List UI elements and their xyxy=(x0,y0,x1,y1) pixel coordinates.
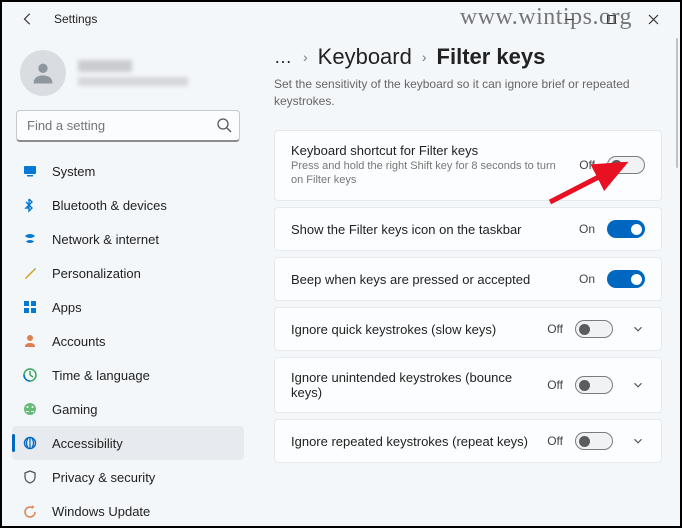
search-box[interactable] xyxy=(16,110,240,142)
toggle-state: On xyxy=(579,222,595,236)
setting-card: Beep when keys are pressed or accepted On xyxy=(274,257,662,301)
sidebar-item-label: Windows Update xyxy=(52,504,150,519)
maximize-button[interactable] xyxy=(590,5,632,33)
sidebar-item-system[interactable]: System xyxy=(12,154,244,188)
toggle-state: Off xyxy=(547,322,563,336)
scrollbar[interactable] xyxy=(676,38,678,168)
setting-label: Ignore repeated keystrokes (repeat keys) xyxy=(291,434,535,449)
sidebar-item-personalization[interactable]: Personalization xyxy=(12,256,244,290)
user-info xyxy=(78,60,188,86)
toggle-switch[interactable] xyxy=(575,376,613,394)
window-title: Settings xyxy=(54,12,97,26)
setting-label: Ignore unintended keystrokes (bounce key… xyxy=(291,370,535,400)
nav-icon xyxy=(22,265,38,281)
main-content: … › Keyboard › Filter keys Set the sensi… xyxy=(250,36,680,526)
setting-description: Press and hold the right Shift key for 8… xyxy=(291,159,567,189)
setting-card[interactable]: Ignore repeated keystrokes (repeat keys)… xyxy=(274,419,662,463)
toggle-switch[interactable] xyxy=(575,432,613,450)
sidebar-item-label: Bluetooth & devices xyxy=(52,198,167,213)
setting-card[interactable]: Ignore quick keystrokes (slow keys) Off xyxy=(274,307,662,351)
chevron-down-icon xyxy=(631,322,645,336)
sidebar-item-apps[interactable]: Apps xyxy=(12,290,244,324)
setting-label: Beep when keys are pressed or accepted xyxy=(291,272,567,287)
sidebar-item-label: Network & internet xyxy=(52,232,159,247)
sidebar-item-time-language[interactable]: Time & language xyxy=(12,358,244,392)
setting-card[interactable]: Ignore unintended keystrokes (bounce key… xyxy=(274,357,662,413)
nav-icon xyxy=(22,231,38,247)
avatar xyxy=(20,50,66,96)
search-icon xyxy=(216,117,232,133)
setting-card: Keyboard shortcut for Filter keysPress a… xyxy=(274,130,662,202)
sidebar-item-windows-update[interactable]: Windows Update xyxy=(12,494,244,526)
toggle-switch[interactable] xyxy=(607,220,645,238)
sidebar-item-label: Accounts xyxy=(52,334,105,349)
breadcrumb: … › Keyboard › Filter keys xyxy=(274,44,662,70)
toggle-switch[interactable] xyxy=(607,156,645,174)
sidebar-item-bluetooth-devices[interactable]: Bluetooth & devices xyxy=(12,188,244,222)
toggle-state: Off xyxy=(547,434,563,448)
nav-icon xyxy=(22,401,38,417)
back-button[interactable] xyxy=(16,7,40,31)
chevron-down-icon xyxy=(631,378,645,392)
sidebar-item-gaming[interactable]: Gaming xyxy=(12,392,244,426)
nav-icon xyxy=(22,197,38,213)
setting-label: Ignore quick keystrokes (slow keys) xyxy=(291,322,535,337)
nav-icon xyxy=(22,435,38,451)
sidebar-item-accessibility[interactable]: Accessibility xyxy=(12,426,244,460)
nav-icon xyxy=(22,367,38,383)
sidebar-item-privacy-security[interactable]: Privacy & security xyxy=(12,460,244,494)
breadcrumb-parent[interactable]: Keyboard xyxy=(318,44,412,70)
chevron-right-icon: › xyxy=(303,49,308,65)
sidebar-item-label: Accessibility xyxy=(52,436,123,451)
chevron-down-icon xyxy=(631,434,645,448)
chevron-right-icon: › xyxy=(422,49,427,65)
close-button[interactable] xyxy=(632,5,674,33)
sidebar-item-network-internet[interactable]: Network & internet xyxy=(12,222,244,256)
toggle-state: Off xyxy=(547,378,563,392)
breadcrumb-current: Filter keys xyxy=(437,44,546,70)
nav-icon xyxy=(22,503,38,519)
nav-icon xyxy=(22,469,38,485)
user-account[interactable] xyxy=(12,44,244,110)
sidebar-item-label: Gaming xyxy=(52,402,98,417)
toggle-state: On xyxy=(579,272,595,286)
nav-icon xyxy=(22,163,38,179)
titlebar: Settings xyxy=(2,2,680,36)
nav-list: System Bluetooth & devices Network & inter… xyxy=(12,154,244,526)
sidebar-item-label: Time & language xyxy=(52,368,150,383)
nav-icon xyxy=(22,299,38,315)
minimize-button[interactable] xyxy=(548,5,590,33)
nav-icon xyxy=(22,333,38,349)
setting-card: Show the Filter keys icon on the taskbar… xyxy=(274,207,662,251)
sidebar-item-label: System xyxy=(52,164,95,179)
setting-label: Keyboard shortcut for Filter keys xyxy=(291,143,567,158)
breadcrumb-more[interactable]: … xyxy=(274,47,293,68)
toggle-switch[interactable] xyxy=(607,270,645,288)
sidebar: System Bluetooth & devices Network & inter… xyxy=(2,36,250,526)
sidebar-item-label: Personalization xyxy=(52,266,141,281)
sidebar-item-accounts[interactable]: Accounts xyxy=(12,324,244,358)
sidebar-item-label: Privacy & security xyxy=(52,470,155,485)
sidebar-item-label: Apps xyxy=(52,300,82,315)
page-description: Set the sensitivity of the keyboard so i… xyxy=(274,76,634,110)
search-input[interactable] xyxy=(16,110,240,142)
setting-label: Show the Filter keys icon on the taskbar xyxy=(291,222,567,237)
toggle-switch[interactable] xyxy=(575,320,613,338)
toggle-state: Off xyxy=(579,158,595,172)
